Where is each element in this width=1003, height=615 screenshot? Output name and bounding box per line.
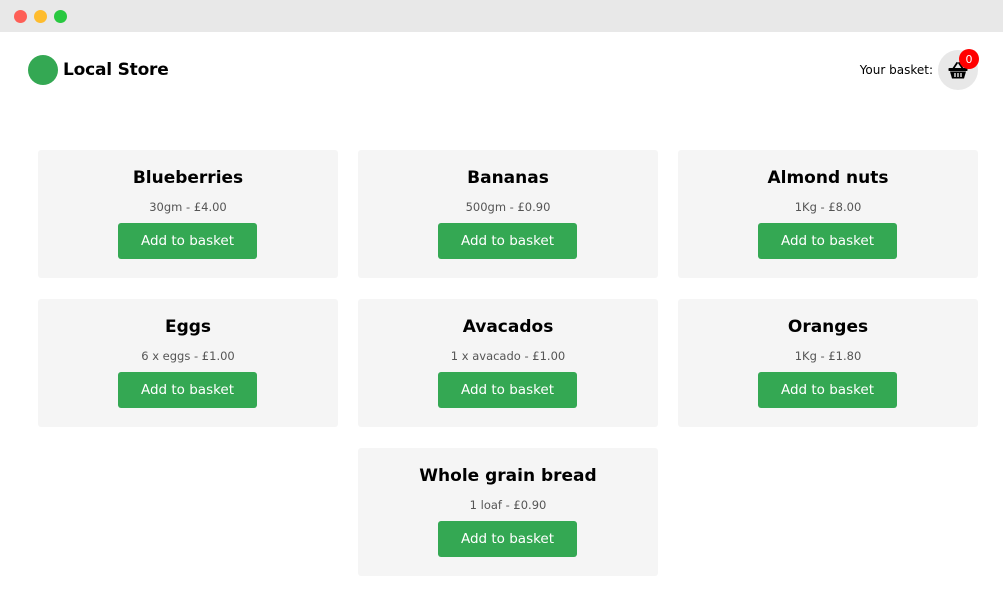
product-card: Eggs 6 x eggs - £1.00 Add to basket (38, 299, 338, 427)
product-price: 1 x avacado - £1.00 (450, 349, 566, 363)
basket-button[interactable]: 0 (938, 49, 979, 90)
product-name: Almond nuts (767, 168, 889, 188)
product-name: Eggs (164, 317, 212, 337)
product-card: Blueberries 30gm - £4.00 Add to basket (38, 150, 338, 278)
add-to-basket-button[interactable]: Add to basket (118, 372, 257, 408)
product-card: Bananas 500gm - £0.90 Add to basket (358, 150, 658, 278)
maximize-window-button[interactable] (54, 10, 67, 23)
product-card: Oranges 1Kg - £1.80 Add to basket (678, 299, 978, 427)
store-name: Local Store (63, 60, 169, 80)
product-card: Whole grain bread 1 loaf - £0.90 Add to … (358, 448, 658, 576)
logo-circle-icon (28, 55, 58, 85)
product-price: 1 loaf - £0.90 (469, 498, 547, 512)
product-price: 30gm - £4.00 (149, 200, 227, 214)
close-window-button[interactable] (14, 10, 27, 23)
add-to-basket-button[interactable]: Add to basket (758, 372, 897, 408)
product-price: 6 x eggs - £1.00 (141, 349, 235, 363)
product-name: Avacados (462, 317, 554, 337)
add-to-basket-button[interactable]: Add to basket (118, 223, 257, 259)
add-to-basket-button[interactable]: Add to basket (758, 223, 897, 259)
add-to-basket-button[interactable]: Add to basket (438, 223, 577, 259)
product-name: Bananas (467, 168, 549, 188)
basket-count-badge: 0 (959, 49, 979, 69)
product-card: Avacados 1 x avacado - £1.00 Add to bask… (358, 299, 658, 427)
product-price: 1Kg - £8.00 (794, 200, 862, 214)
product-name: Blueberries (132, 168, 244, 188)
add-to-basket-button[interactable]: Add to basket (438, 521, 577, 557)
product-name: Oranges (787, 317, 869, 337)
product-price: 1Kg - £1.80 (794, 349, 862, 363)
minimize-window-button[interactable] (34, 10, 47, 23)
product-name: Whole grain bread (419, 466, 597, 486)
site-header: Local Store Your basket: 0 (0, 32, 1003, 108)
product-card: Almond nuts 1Kg - £8.00 Add to basket (678, 150, 978, 278)
browser-window: Local Store Your basket: 0 Blueberries 3… (0, 0, 1003, 615)
product-price: 500gm - £0.90 (465, 200, 551, 214)
basket-widget: Your basket: 0 (859, 49, 979, 90)
basket-label: Your basket: (859, 63, 933, 77)
window-titlebar (0, 0, 1003, 32)
add-to-basket-button[interactable]: Add to basket (438, 372, 577, 408)
store-logo[interactable]: Local Store (28, 55, 169, 85)
